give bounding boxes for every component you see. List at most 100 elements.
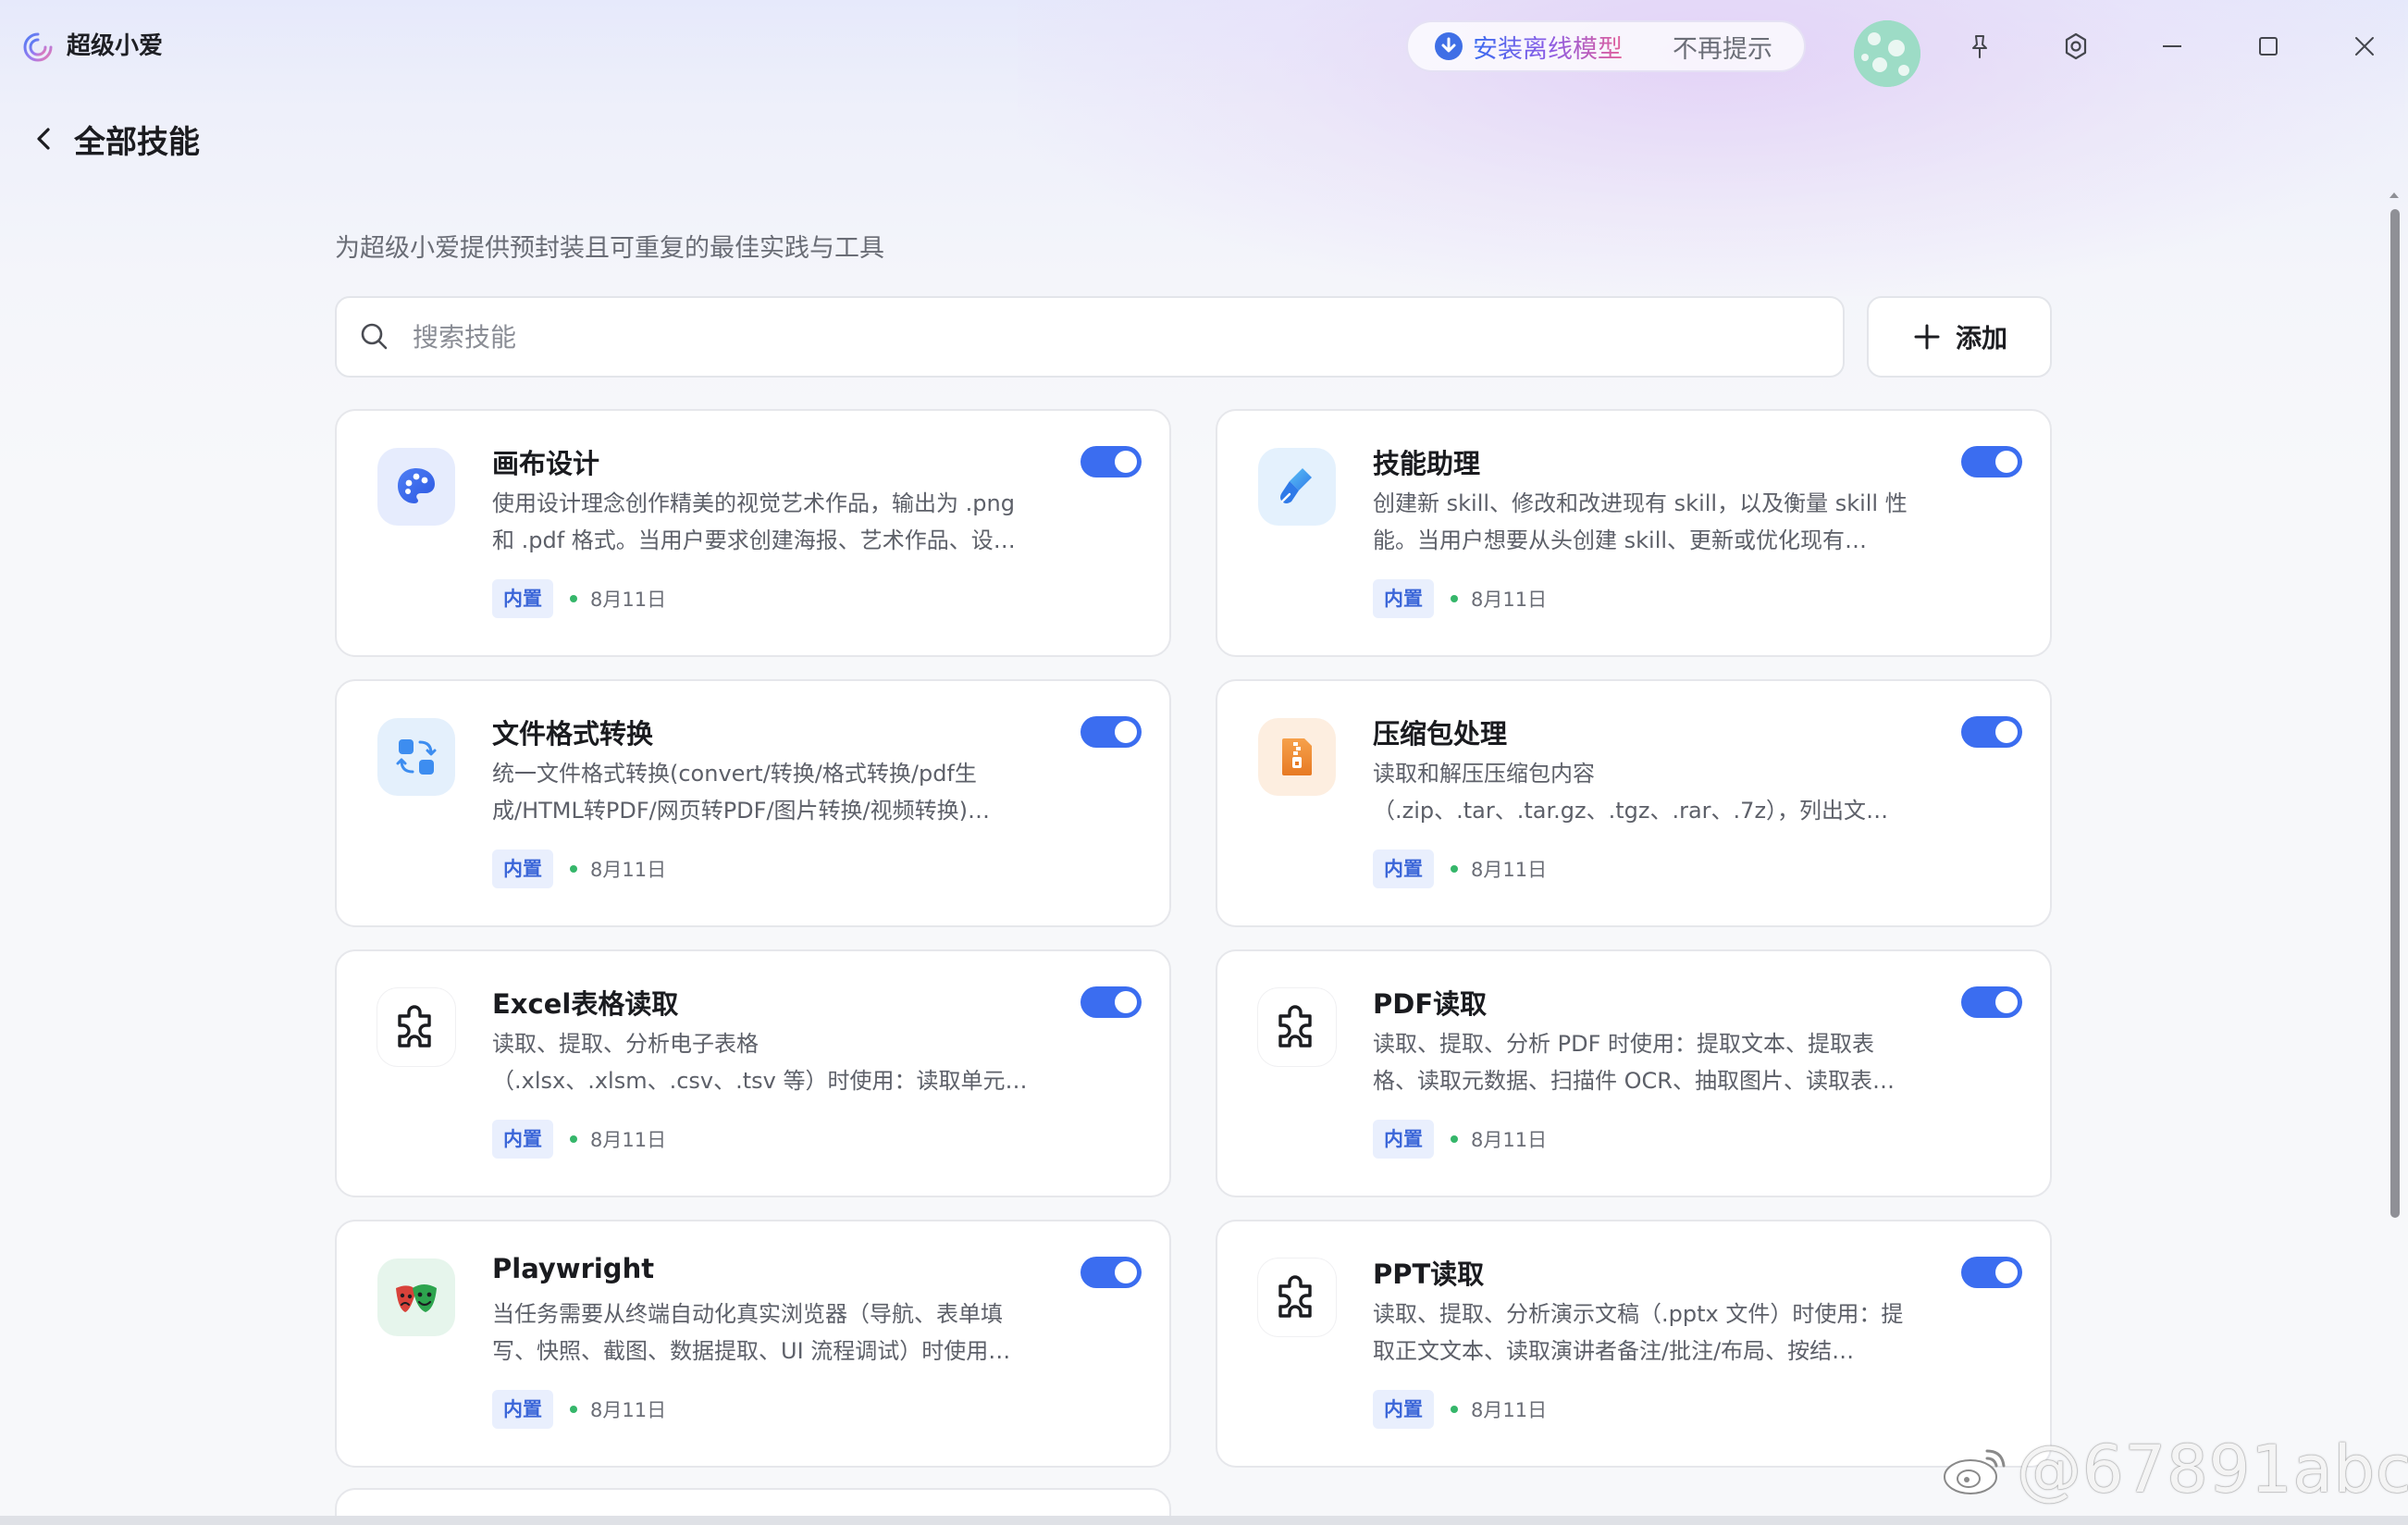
skill-card[interactable]: 压缩包处理 读取和解压压缩包内容（.zip、.tar、.tar.gz、.tgz、… (1216, 679, 2052, 927)
skill-date: 8月11日 (1471, 1129, 1548, 1151)
skill-toggle[interactable] (1081, 986, 1142, 1018)
skill-date: 8月11日 (1471, 859, 1548, 881)
archive-icon (1258, 718, 1336, 796)
skill-toggle[interactable] (1081, 446, 1142, 477)
skill-description: 读取、提取、分析演示文稿（.pptx 文件）时使用：提取正文文本、读取演讲者备注… (1373, 1301, 1904, 1364)
offline-model-banner: 安装离线模型 不再提示 (1406, 20, 1806, 72)
skill-toggle[interactable] (1961, 716, 2022, 748)
scroll-up-arrow-icon[interactable] (2389, 189, 2400, 202)
skill-card[interactable]: 技能助理 创建新 skill、修改和改进现有 skill，以及衡量 skill … (1216, 409, 2052, 657)
skill-description: 当任务需要从终端自动化真实浏览器（导航、表单填写、快照、截图、数据提取、UI 流… (492, 1301, 1011, 1364)
status-dot (1451, 595, 1458, 602)
maximize-button[interactable] (2248, 26, 2289, 67)
pin-button[interactable] (1959, 26, 2000, 67)
skill-meta: 内置 8月11日 (1373, 849, 1547, 888)
back-arrow-icon[interactable] (28, 122, 61, 155)
page-header: 全部技能 (28, 117, 200, 161)
maximize-icon (2259, 37, 2278, 56)
skill-toggle[interactable] (1081, 1257, 1142, 1288)
skill-title: PPT读取 (1373, 1258, 1485, 1290)
search-icon (361, 323, 388, 350)
status-dot (1451, 1406, 1458, 1413)
watermark: @67891abc (1941, 1432, 2408, 1507)
avatar[interactable] (1854, 20, 1920, 87)
plus-icon (1914, 324, 1940, 350)
skill-card[interactable]: Playwright 当任务需要从终端自动化真实浏览器（导航、表单填写、快照、截… (335, 1220, 1171, 1468)
status-dot (1451, 865, 1458, 873)
playwright-icon (377, 1258, 455, 1336)
skill-date: 8月11日 (1471, 589, 1548, 611)
skill-meta: 内置 8月11日 (1373, 1390, 1547, 1429)
builtin-tag: 内置 (1373, 1390, 1434, 1429)
status-dot (570, 595, 577, 602)
skill-title: 文件格式转换 (492, 718, 654, 750)
add-skill-label: 添加 (1955, 323, 2007, 353)
app-logo-icon (23, 32, 53, 62)
app-name: 超级小爱 (67, 32, 164, 60)
pin-icon (1972, 35, 1987, 58)
skill-meta: 内置 8月11日 (1373, 1120, 1547, 1159)
minimize-button[interactable] (2152, 26, 2192, 67)
skill-description: 统一文件格式转换(convert/转换/格式转换/pdf生成/HTML转PDF/… (492, 761, 991, 824)
skill-description: 读取、提取、分析 PDF 时使用：提取文本、提取表格、读取元数据、扫描件 OCR… (1373, 1031, 1895, 1094)
builtin-tag: 内置 (492, 579, 553, 618)
app-window: 超级小爱 安装离线模型 不再提示 全部技能 为超级小爱提供预封装且可重复的最佳实… (0, 0, 2408, 1525)
search-input[interactable] (411, 320, 1802, 353)
add-skill-button[interactable]: 添加 (1867, 296, 2052, 378)
builtin-tag: 内置 (492, 1390, 553, 1429)
skill-title: Playwright (492, 1253, 655, 1284)
skill-toggle[interactable] (1961, 446, 2022, 477)
skill-description: 读取和解压压缩包内容（.zip、.tar、.tar.gz、.tgz、.rar、.… (1373, 761, 1867, 824)
close-icon (2355, 37, 2374, 56)
skill-meta: 内置 8月11日 (492, 1390, 666, 1429)
skill-card[interactable]: 文件格式转换 统一文件格式转换(convert/转换/格式转换/pdf生成/HT… (335, 679, 1171, 927)
download-icon (1435, 32, 1463, 60)
search-box[interactable] (335, 296, 1845, 378)
no-remind-button[interactable]: 不再提示 (1673, 29, 1772, 65)
skill-card[interactable]: PDF读取 读取、提取、分析 PDF 时使用：提取文本、提取表格、读取元数据、扫… (1216, 949, 2052, 1197)
close-button[interactable] (2344, 26, 2385, 67)
skill-date: 8月11日 (590, 1129, 667, 1151)
puzzle-icon (377, 988, 455, 1066)
page-subtitle: 为超级小爱提供预封装且可重复的最佳实践与工具 (335, 234, 884, 263)
skill-toggle[interactable] (1961, 1257, 2022, 1288)
weibo-logo-icon (1944, 1449, 2006, 1494)
gear-icon (2065, 32, 2087, 60)
skill-date: 8月11日 (590, 589, 667, 611)
skill-description: 创建新 skill、修改和改进现有 skill，以及衡量 skill 性能。当用… (1373, 490, 1908, 553)
skill-title: 画布设计 (492, 448, 600, 479)
skill-meta: 内置 8月11日 (492, 849, 666, 888)
skill-meta: 内置 8月11日 (492, 1120, 666, 1159)
skill-date: 8月11日 (590, 859, 667, 881)
skill-card[interactable]: 画布设计 使用设计理念创作精美的视觉艺术作品，输出为 .png 和 .pdf 格… (335, 409, 1171, 657)
skill-description: 读取、提取、分析电子表格（.xlsx、.xlsm、.csv、.tsv 等）时使用… (492, 1031, 1028, 1094)
builtin-tag: 内置 (1373, 1120, 1434, 1159)
puzzle-icon (1258, 988, 1336, 1066)
skill-description: 使用设计理念创作精美的视觉艺术作品，输出为 .png 和 .pdf 格式。当用户… (492, 490, 1016, 553)
status-dot (570, 865, 577, 873)
skill-card[interactable]: PPT读取 读取、提取、分析演示文稿（.pptx 文件）时使用：提取正文文本、读… (1216, 1220, 2052, 1468)
palette-icon (377, 448, 455, 526)
builtin-tag: 内置 (1373, 579, 1434, 618)
puzzle-icon (1258, 1258, 1336, 1336)
skill-toggle[interactable] (1081, 716, 1142, 748)
skill-title: 技能助理 (1373, 448, 1481, 479)
title-bar: 超级小爱 安装离线模型 不再提示 (0, 0, 2408, 93)
skill-helper-icon (1258, 448, 1336, 526)
skill-date: 8月11日 (1471, 1399, 1548, 1421)
page-title: 全部技能 (74, 123, 200, 161)
minimize-icon (2163, 45, 2181, 47)
scrollbar-thumb[interactable] (2390, 209, 2400, 1218)
skill-card[interactable]: Excel表格读取 读取、提取、分析电子表格（.xlsx、.xlsm、.csv、… (335, 949, 1171, 1197)
skill-toggle[interactable] (1961, 986, 2022, 1018)
builtin-tag: 内置 (1373, 849, 1434, 888)
watermark-text: @67891abc (2017, 1432, 2408, 1507)
install-offline-model-link[interactable]: 安装离线模型 (1473, 29, 1623, 65)
skill-meta: 内置 8月11日 (1373, 579, 1547, 618)
convert-icon (377, 718, 455, 796)
skill-date: 8月11日 (590, 1399, 667, 1421)
settings-button[interactable] (2056, 26, 2096, 67)
skill-title: 压缩包处理 (1373, 718, 1508, 750)
builtin-tag: 内置 (492, 1120, 553, 1159)
status-dot (1451, 1135, 1458, 1143)
